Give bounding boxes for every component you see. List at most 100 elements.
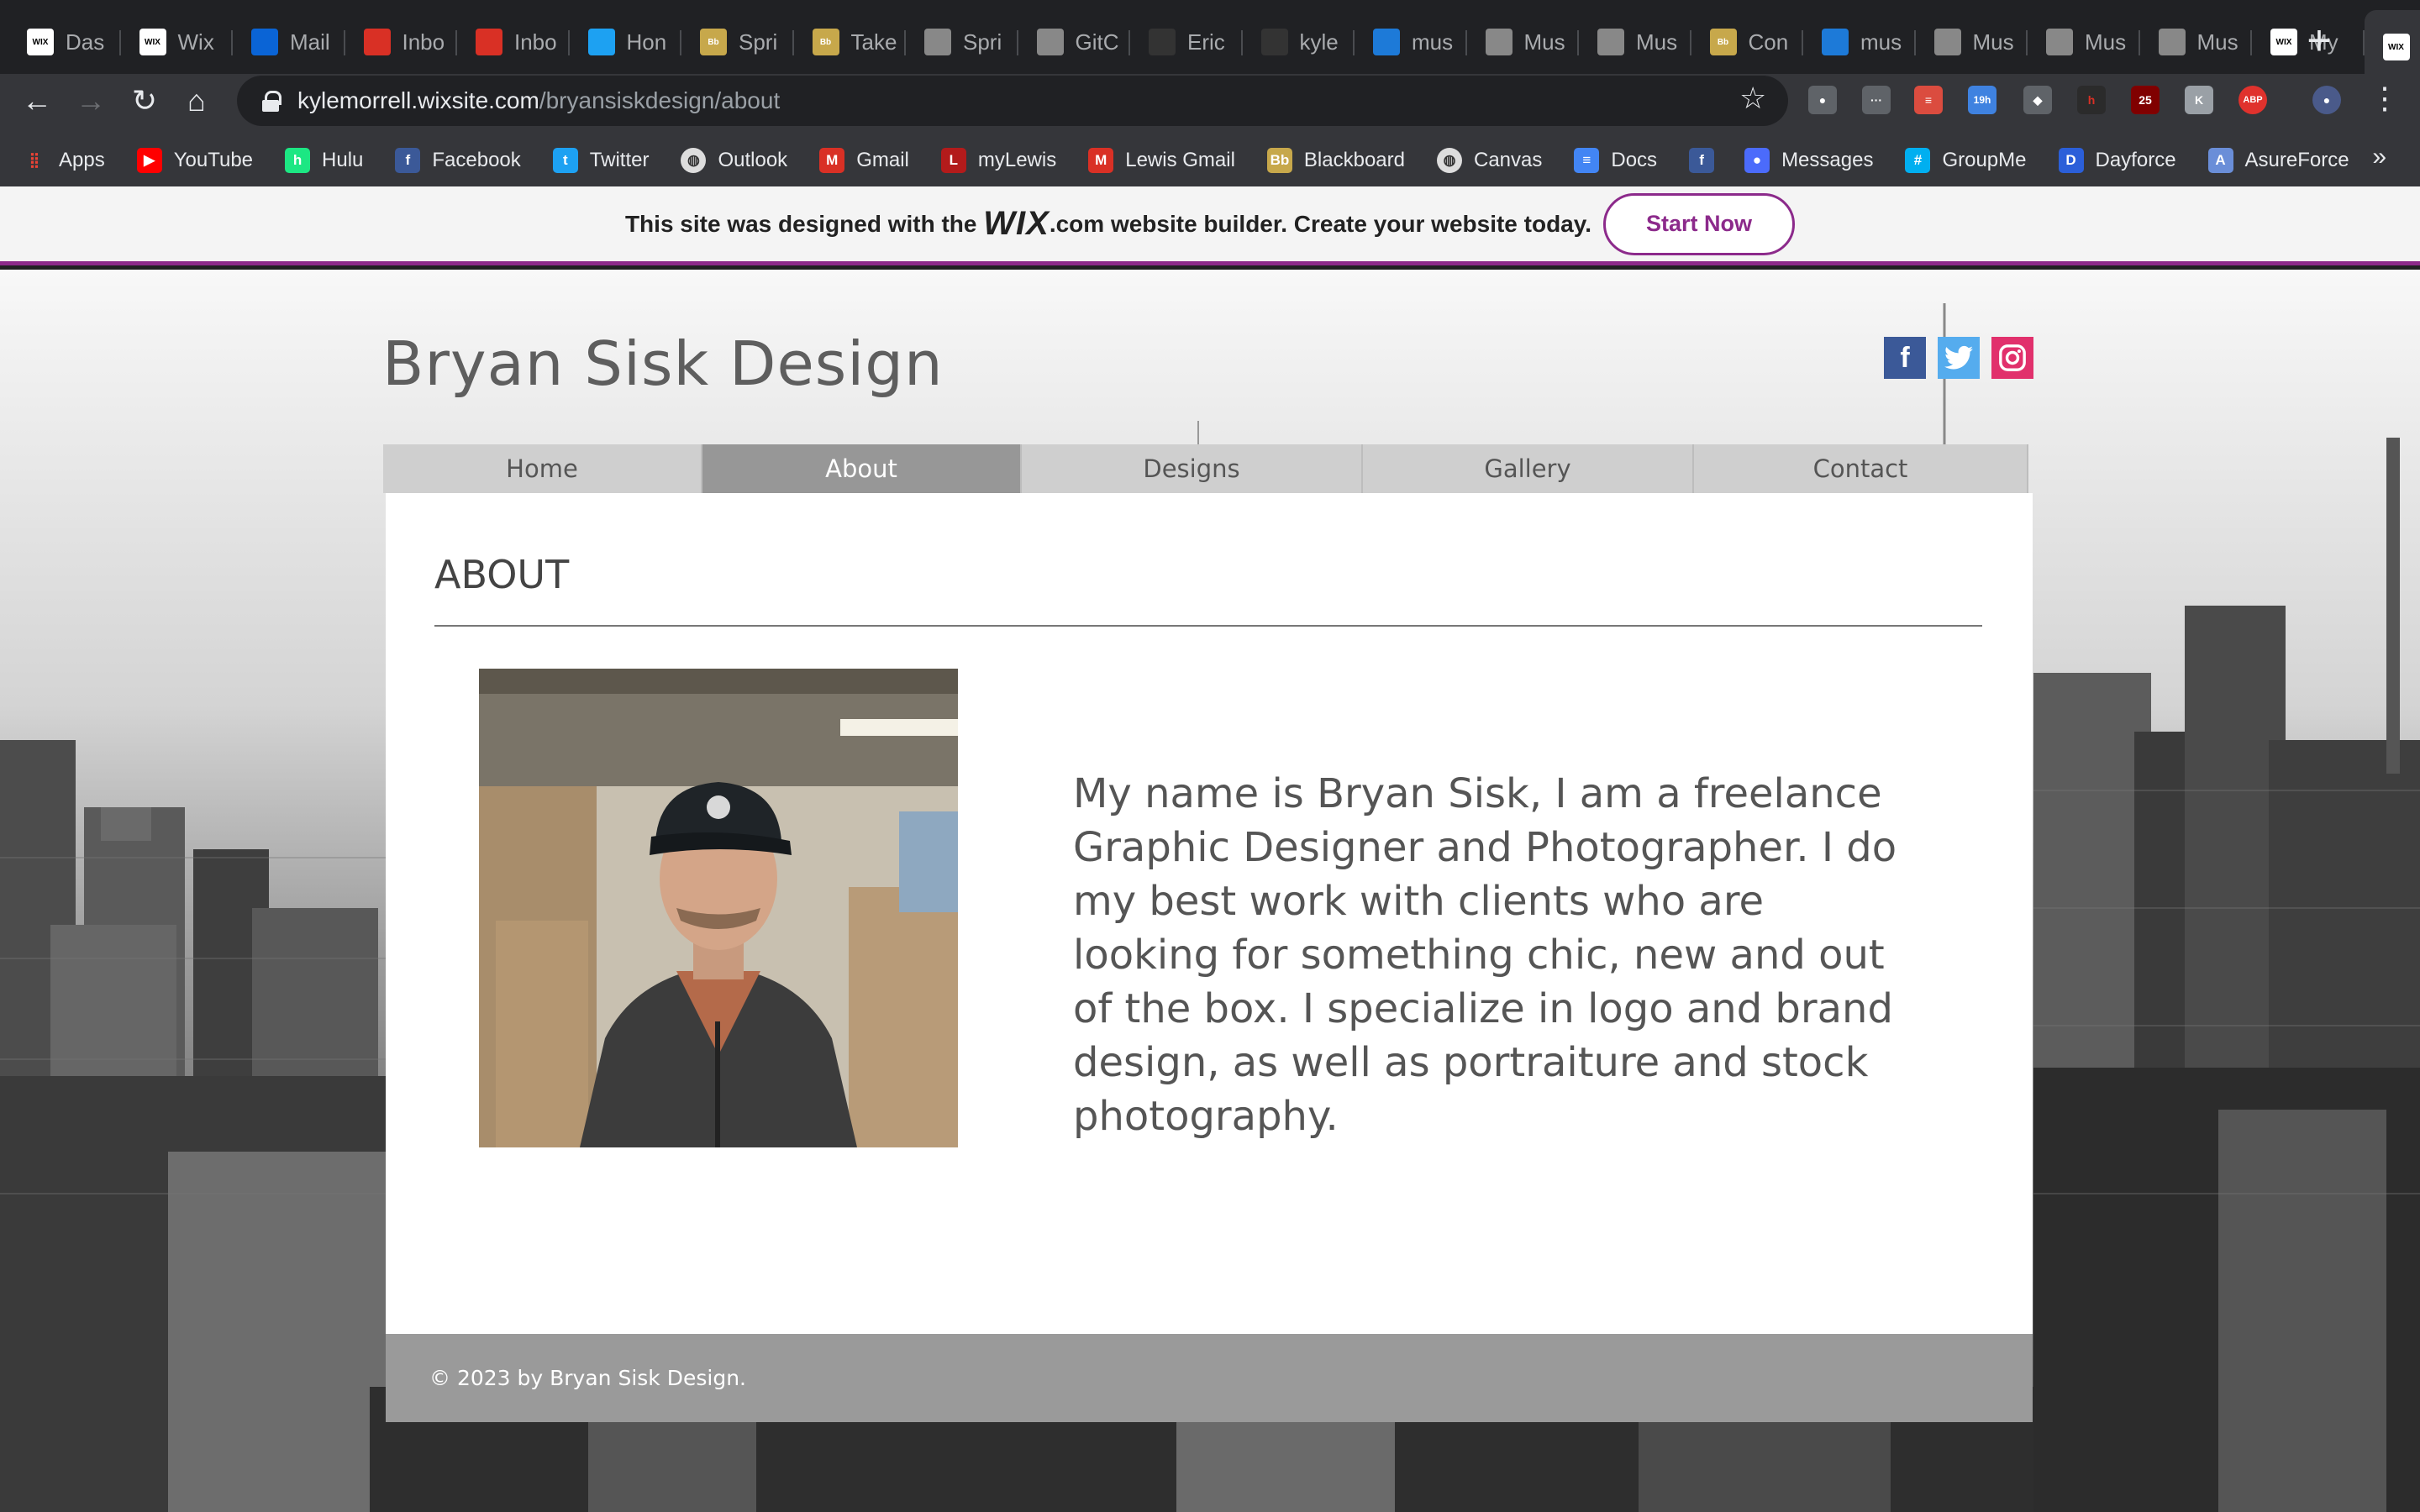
twitter-icon[interactable] bbox=[1938, 337, 1980, 379]
start-now-button[interactable]: Start Now bbox=[1603, 192, 1796, 255]
home-icon[interactable]: ⌂ bbox=[176, 81, 217, 121]
lock-icon bbox=[262, 91, 281, 112]
browser-tab[interactable]: Mus bbox=[1467, 10, 1579, 74]
back-icon[interactable]: ← bbox=[17, 81, 57, 121]
bookmark-item[interactable]: ● Messages bbox=[1744, 148, 1873, 173]
chrome-menu-icon[interactable]: ⋮ bbox=[2370, 81, 2400, 116]
bookmark-item[interactable]: h Hulu bbox=[285, 148, 363, 173]
ublock-extension-icon[interactable]: 25 bbox=[2131, 86, 2160, 114]
browser-tab[interactable]: Mus bbox=[1579, 10, 1691, 74]
bookmark-item[interactable]: Bb Blackboard bbox=[1266, 148, 1405, 173]
nav-item-about[interactable]: About bbox=[702, 444, 1022, 493]
tab-title: GitC bbox=[1075, 29, 1119, 55]
wix-banner-prefix: This site was designed with the bbox=[624, 210, 977, 237]
honey-extension-icon[interactable]: h bbox=[2077, 86, 2106, 114]
tab-title: kyle bbox=[1299, 29, 1339, 55]
bookmark-star-icon[interactable]: ☆ bbox=[1739, 81, 1766, 116]
browser-tab[interactable]: Bb Con bbox=[1691, 10, 1803, 74]
docs-icon: ≡ bbox=[1574, 148, 1600, 173]
new-tab-button[interactable]: + bbox=[2294, 15, 2344, 66]
bookmark-item[interactable]: ▶ YouTube bbox=[136, 148, 254, 173]
twitter-icon bbox=[587, 29, 615, 55]
browser-tab[interactable]: GitC bbox=[1018, 10, 1130, 74]
bookmark-label: AsureForce bbox=[2244, 149, 2349, 171]
nav-item-designs[interactable]: Designs bbox=[1022, 444, 1363, 493]
bookmark-item[interactable]: ⣿ Apps bbox=[22, 148, 105, 173]
bookmark-label: Gmail bbox=[856, 149, 909, 171]
tab-title: Con bbox=[1748, 29, 1789, 55]
todoist-extension-icon[interactable]: ≡ bbox=[1914, 86, 1943, 114]
bookmark-item[interactable]: f Facebook bbox=[395, 148, 521, 173]
lightbulb-extension-icon[interactable]: ● bbox=[1808, 86, 1837, 114]
bookmark-item[interactable]: # GroupMe bbox=[1905, 148, 2027, 173]
browser-tab[interactable]: Mus bbox=[1916, 10, 2028, 74]
browser-tab[interactable]: Inbo bbox=[457, 10, 570, 74]
facebook-icon[interactable]: f bbox=[1884, 337, 1926, 379]
address-bar[interactable]: kylemorrell.wixsite.com /bryansiskdesign… bbox=[237, 76, 1788, 126]
k-extension-icon[interactable]: K bbox=[2185, 86, 2213, 114]
bookmark-item[interactable]: f bbox=[1689, 148, 1726, 173]
bookmark-item[interactable]: LmyLewis bbox=[940, 148, 1057, 173]
bookmark-item[interactable]: ◍ Outlook bbox=[681, 148, 787, 173]
forward-icon[interactable]: → bbox=[71, 81, 111, 121]
bookmark-label: YouTube bbox=[173, 149, 254, 171]
browser-tab[interactable]: Bb Spri bbox=[681, 10, 794, 74]
browser-tab[interactable]: Mus bbox=[2140, 10, 2252, 74]
asureforce-icon: A bbox=[2207, 148, 2233, 173]
bookmark-item[interactable]: t Twitter bbox=[552, 148, 649, 173]
gmail-icon: M bbox=[819, 148, 845, 173]
globe-icon bbox=[924, 29, 951, 55]
youtube-icon: ▶ bbox=[136, 148, 162, 173]
bookmark-item[interactable]: ≡ Docs bbox=[1574, 148, 1657, 173]
tab-title: Das bbox=[66, 29, 105, 55]
browser-tab[interactable]: WIX× bbox=[2364, 10, 2420, 84]
bookmark-item[interactable]: M Lewis Gmail bbox=[1088, 148, 1235, 173]
wix-banner-suffix: .com website builder. Create your websit… bbox=[1049, 210, 1592, 237]
globe-icon bbox=[1933, 29, 1961, 55]
browser-tab[interactable]: Eric bbox=[1130, 10, 1243, 74]
bookmarks-overflow-icon[interactable]: » bbox=[2372, 143, 2386, 171]
bookmark-item[interactable]: ◍ Canvas bbox=[1437, 148, 1542, 173]
nav-item-home[interactable]: Home bbox=[383, 444, 702, 493]
browser-tab[interactable]: Hon bbox=[570, 10, 681, 74]
browser-tab[interactable]: mus bbox=[1355, 10, 1467, 74]
profile-avatar[interactable]: ● bbox=[2312, 86, 2341, 114]
timer-extension-icon[interactable]: 19h bbox=[1968, 86, 1996, 114]
browser-tab[interactable]: Mail bbox=[233, 10, 345, 74]
browser-tab[interactable]: Mus bbox=[2028, 10, 2140, 74]
globe-icon bbox=[1485, 29, 1512, 55]
bookmark-label: Facebook bbox=[432, 149, 521, 171]
bookmark-label: Canvas bbox=[1474, 149, 1543, 171]
browser-tab[interactable]: Spri bbox=[906, 10, 1018, 74]
site-title[interactable]: Bryan Sisk Design bbox=[382, 328, 944, 399]
bookmark-item[interactable]: A AsureForce bbox=[2207, 148, 2349, 173]
groupme-icon: # bbox=[1905, 148, 1931, 173]
nav-item-contact[interactable]: Contact bbox=[1694, 444, 2028, 493]
globe-icon bbox=[1036, 29, 1064, 55]
browser-tab[interactable]: WIX Das bbox=[8, 10, 121, 74]
bookmark-label: myLewis bbox=[977, 149, 1057, 171]
browser-tab[interactable]: mus bbox=[1803, 10, 1916, 74]
browser-tab[interactable]: Bb Take bbox=[794, 10, 906, 74]
dots-extension-icon[interactable]: ··· bbox=[1862, 86, 1891, 114]
site-footer: © 2023 by Bryan Sisk Design. bbox=[386, 1334, 2033, 1422]
browser-tab[interactable]: WIX Wix bbox=[121, 10, 233, 74]
github-icon bbox=[1260, 29, 1288, 55]
browser-tab[interactable]: kyle bbox=[1243, 10, 1355, 74]
bookmark-label: Lewis Gmail bbox=[1125, 149, 1235, 171]
nav-item-gallery[interactable]: Gallery bbox=[1363, 444, 1694, 493]
reload-icon[interactable]: ↻ bbox=[124, 81, 165, 121]
bookmark-item[interactable]: M Gmail bbox=[819, 148, 909, 173]
tab-strip: WIX Das WIX Wix Mail Inbo Inbo Hon Bb Spri Bb Take S… bbox=[0, 0, 2420, 84]
bookmark-label: Hulu bbox=[322, 149, 364, 171]
outlook-icon bbox=[251, 29, 278, 55]
shield-extension-icon[interactable]: ◆ bbox=[2023, 86, 2052, 114]
site-navigation: Home About Designs Gallery Contact bbox=[383, 444, 2028, 493]
bookmark-item[interactable]: D Dayforce bbox=[2058, 148, 2176, 173]
browser-tab[interactable]: Inbo bbox=[345, 10, 457, 74]
tab-title: Spri bbox=[963, 29, 1002, 55]
adblock-plus-icon[interactable]: ABP bbox=[2238, 86, 2267, 114]
instagram-icon[interactable] bbox=[1991, 337, 2033, 379]
azure-icon bbox=[1822, 29, 1849, 55]
facebook-icon: f bbox=[1689, 148, 1715, 173]
